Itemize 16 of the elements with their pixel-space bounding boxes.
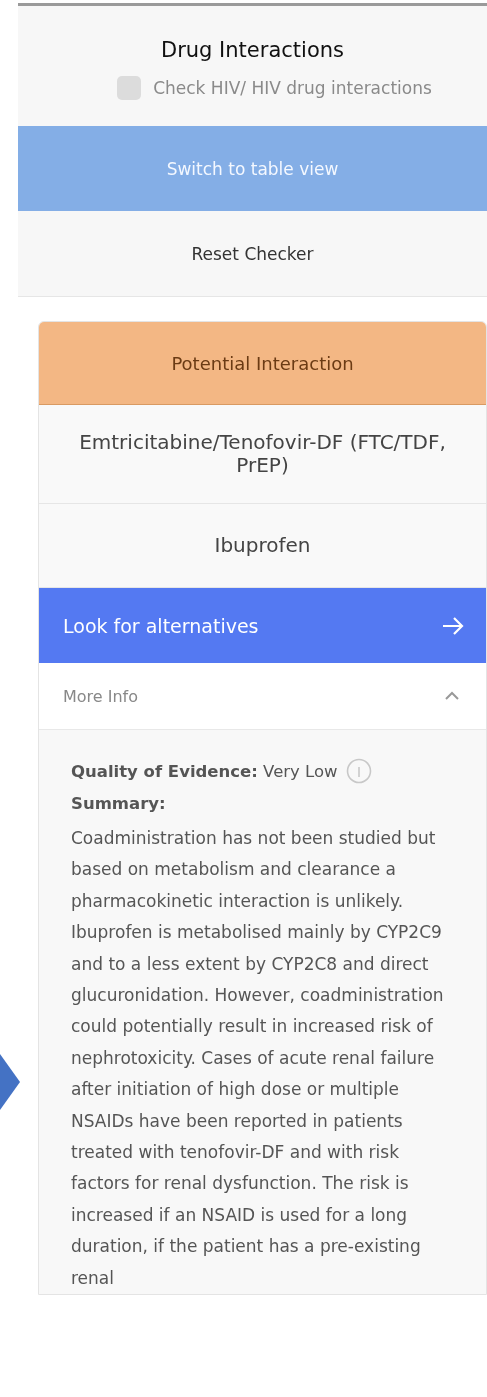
drug-name: Emtricitabine/Tenofovir-DF (FTC/TDF, PrEP) <box>39 405 486 504</box>
info-icon[interactable] <box>345 758 372 784</box>
drug-name: Ibuprofen <box>39 504 486 588</box>
more-info-label: More Info <box>63 686 139 706</box>
evidence-quality: Quality of Evidence: Very Low <box>71 761 338 781</box>
summary-text: Coadministration has not been studied but based on metabolism and clearance a pharmacokinetic interaction is unlikely. Ibuprofen is metabolised mainly by CYP2C9 and to a less extent by CYP2C8 and direct glucuronidation. However, coadministration could potentially result in increased risk of nephrotoxicity. Cases of acute renal failure after initiation of high dose or multiple NSAIDs have been reported in patients treated with tenofovir-DF and with risk factors for renal dysfunction. The risk is increased if an NSAID is used for a long duration, if the patient has a pre-existing renal <box>71 827 445 1290</box>
table-view-button[interactable]: Switch to table view <box>18 126 487 211</box>
checkbox-label: Check HIV/ HIV drug interactions <box>153 78 432 98</box>
arrow-icon <box>442 616 464 635</box>
status-header: Potential Interaction <box>39 322 486 405</box>
page-title: Drug Interactions <box>160 38 345 62</box>
summary-heading: Summary: <box>71 794 167 813</box>
checkbox[interactable] <box>117 76 142 100</box>
caret-icon <box>444 691 460 701</box>
arrow-icon <box>0 1052 22 1112</box>
alternatives-button[interactable]: Look for alternatives <box>39 588 486 663</box>
